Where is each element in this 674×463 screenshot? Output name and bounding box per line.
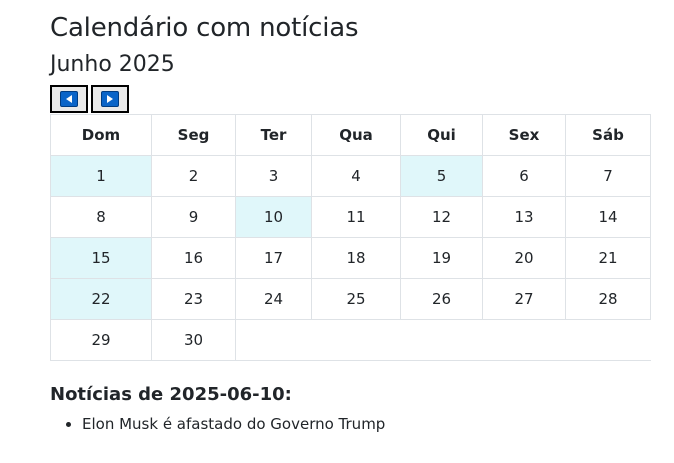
calendar-day-27[interactable]: 27: [482, 278, 566, 320]
calendar-day-16[interactable]: 16: [151, 237, 236, 279]
calendar-day-11[interactable]: 11: [311, 196, 401, 238]
weekday-header: Sáb: [565, 114, 651, 156]
page-title: Calendário com notícias: [50, 13, 359, 43]
calendar-day-30[interactable]: 30: [151, 319, 236, 361]
news-heading: Notícias de 2025-06-10:: [50, 384, 292, 405]
calendar-page: Calendário com notícias Junho 2025 Dom S…: [50, 0, 651, 434]
calendar-day-22[interactable]: 22: [50, 278, 152, 320]
calendar-day-13[interactable]: 13: [482, 196, 566, 238]
calendar-day-26[interactable]: 26: [400, 278, 483, 320]
weekday-header: Qua: [311, 114, 401, 156]
calendar-day-9[interactable]: 9: [151, 196, 236, 238]
calendar-day-28[interactable]: 28: [565, 278, 651, 320]
calendar-day-12[interactable]: 12: [400, 196, 483, 238]
next-month-button[interactable]: [91, 85, 129, 113]
calendar-day-20[interactable]: 20: [482, 237, 566, 279]
month-navigation: [50, 85, 650, 113]
calendar-week-row: 15 16 17 18 19 20 21: [50, 237, 651, 279]
calendar-body: 1 2 3 4 5 6 7 8 9 10 11 12 13 14 15 16 17 18 19 20 21 22 23 24 2…: [50, 155, 651, 361]
calendar-grid: Dom Seg Ter Qua Qui Sex Sáb 1 2 3 4 5 6 7 8 9 10 1…: [50, 114, 651, 361]
calendar-day-3[interactable]: 3: [235, 155, 312, 197]
weekday-header: Ter: [235, 114, 312, 156]
left-arrow-icon: [60, 91, 78, 107]
empty-day-cell: [565, 319, 651, 361]
calendar-day-19[interactable]: 19: [400, 237, 483, 279]
calendar-day-21[interactable]: 21: [565, 237, 651, 279]
calendar-day-25[interactable]: 25: [311, 278, 401, 320]
month-title: Junho 2025: [50, 52, 175, 77]
calendar-day-4[interactable]: 4: [311, 155, 401, 197]
calendar-day-6[interactable]: 6: [482, 155, 566, 197]
calendar-week-row: 1234567: [50, 155, 651, 197]
calendar-day-7[interactable]: 7: [565, 155, 651, 197]
calendar-day-23[interactable]: 23: [151, 278, 236, 320]
empty-day-cell: [400, 319, 483, 361]
weekday-header: Seg: [151, 114, 236, 156]
weekday-header: Sex: [482, 114, 566, 156]
news-list: Elon Musk é afastado do Governo Trump: [50, 414, 650, 434]
empty-day-cell: [482, 319, 566, 361]
calendar-week-row: 8 9 10 11 12 13 14: [50, 196, 651, 238]
news-item: Elon Musk é afastado do Governo Trump: [82, 414, 650, 434]
calendar-day-24[interactable]: 24: [235, 278, 312, 320]
empty-day-cell: [311, 319, 401, 361]
calendar-day-17[interactable]: 17: [235, 237, 312, 279]
calendar-day-1[interactable]: 1: [50, 155, 152, 197]
calendar-day-29[interactable]: 29: [50, 319, 152, 361]
calendar-week-row: 29 30: [50, 319, 651, 361]
right-arrow-icon: [101, 91, 119, 107]
calendar-day-5[interactable]: 5: [400, 155, 483, 197]
calendar-week-row: 22 23 24 25 26 27 28: [50, 278, 651, 320]
weekday-header-row: Dom Seg Ter Qua Qui Sex Sáb: [50, 114, 651, 156]
previous-month-button[interactable]: [50, 85, 88, 113]
calendar-day-2[interactable]: 2: [151, 155, 236, 197]
weekday-header: Qui: [400, 114, 483, 156]
calendar-day-8[interactable]: 8: [50, 196, 152, 238]
calendar-day-14[interactable]: 14: [565, 196, 651, 238]
calendar-day-18[interactable]: 18: [311, 237, 401, 279]
weekday-header: Dom: [50, 114, 152, 156]
empty-day-cell: [235, 319, 312, 361]
calendar-day-15[interactable]: 15: [50, 237, 152, 279]
calendar-day-10[interactable]: 10: [235, 196, 312, 238]
